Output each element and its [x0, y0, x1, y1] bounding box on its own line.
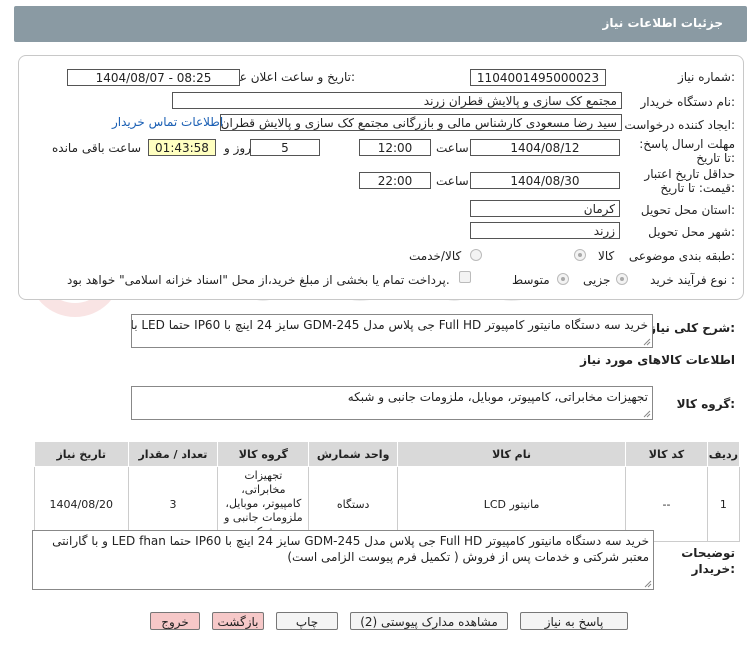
- buyer-notes-label: توضیحات خریدار:: [681, 546, 735, 576]
- deadline-time-label: ساعت: [436, 141, 469, 155]
- back-button[interactable]: بازگشت: [212, 612, 264, 630]
- summary-textarea[interactable]: خرید سه دستگاه مانیتور کامپیوتر Full HD …: [131, 314, 653, 348]
- goods-group-label: گروه کالا:: [676, 397, 735, 411]
- col-unit-header: واحد شمارش: [308, 441, 398, 467]
- resize-handle-icon[interactable]: [644, 580, 652, 588]
- validity-label: حداقل تاریخ اعتبار قیمت: تا تاریخ:: [644, 167, 735, 195]
- need-number-field: 1104001495000023: [470, 69, 606, 86]
- summary-label: شرح کلی نیاز:: [649, 321, 735, 335]
- treasury-payment-note: پرداخت تمام یا بخشی از مبلغ خرید،از محل …: [67, 273, 450, 287]
- col-date-header: تاریخ نیاز: [34, 441, 129, 467]
- process-medium-label: متوسط: [512, 273, 550, 287]
- validity-time-label: ساعت: [436, 174, 469, 188]
- process-minor-label: جزیی: [583, 273, 611, 287]
- remaining-label: ساعت باقی مانده: [52, 141, 142, 155]
- city-label: شهر محل تحویل:: [648, 225, 735, 239]
- treasury-payment-checkbox[interactable]: [459, 271, 471, 283]
- announce-datetime-field: 1404/08/07 - 08:25: [67, 69, 240, 86]
- days-field: 5: [250, 139, 320, 156]
- category-goods-service-radio[interactable]: [470, 249, 482, 261]
- goods-info-title: اطلاعات کالاهای مورد نیاز: [580, 353, 735, 367]
- validity-date-field: 1404/08/30: [470, 172, 620, 189]
- table-header-row: ردیف کد کالا نام کالا واحد شمارش گروه کا…: [34, 441, 741, 467]
- col-code-header: کد کالا: [625, 441, 708, 467]
- province-label: استان محل تحویل:: [640, 203, 735, 217]
- buyer-notes-textarea[interactable]: خرید سه دستگاه مانیتور کامپیوتر Full HD …: [32, 530, 654, 590]
- col-group-header: گروه کالا: [217, 441, 310, 467]
- reply-button[interactable]: پاسخ به نیاز: [520, 612, 628, 630]
- resize-handle-icon[interactable]: [643, 338, 651, 346]
- col-qty-header: تعداد / مقدار: [127, 441, 219, 467]
- deadline-date-field: 1404/08/12: [470, 139, 620, 156]
- resize-handle-icon[interactable]: [643, 410, 651, 418]
- print-button[interactable]: چاپ: [276, 612, 338, 630]
- view-attachments-button[interactable]: مشاهده مدارک پیوستی (2): [350, 612, 508, 630]
- process-minor-radio[interactable]: [616, 273, 628, 285]
- city-field: زرند: [470, 222, 620, 239]
- contact-buyer-link[interactable]: اطلاعات تماس خریدار: [112, 115, 223, 129]
- remaining-time-field: 01:43:58: [148, 139, 216, 156]
- days-label: روز و: [224, 141, 251, 155]
- goods-group-textarea[interactable]: تجهیزات مخابراتی، کامپیوتر، موبایل، ملزو…: [131, 386, 653, 420]
- requester-label: ایجاد کننده درخواست:: [624, 118, 735, 132]
- validity-time-field: 22:00: [359, 172, 431, 189]
- col-row-header: ردیف: [706, 441, 741, 467]
- category-goods-radio[interactable]: [574, 249, 586, 261]
- deadline-time-field: 12:00: [359, 139, 431, 156]
- col-name-header: نام کالا: [396, 441, 627, 467]
- category-label: طبقه بندی موضوعی:: [628, 249, 735, 263]
- page-title: جزئیات اطلاعات نیاز: [602, 16, 723, 30]
- buyer-field: مجتمع کک سازی و پالایش قطران زرند: [172, 92, 622, 109]
- page-header: جزئیات اطلاعات نیاز: [14, 6, 747, 42]
- category-goods-label: کالا: [598, 249, 615, 263]
- cell-row: 1: [706, 466, 741, 542]
- goods-group-text: تجهیزات مخابراتی، کامپیوتر، موبایل، ملزو…: [347, 390, 648, 404]
- items-table: ردیف کد کالا نام کالا واحد شمارش گروه کا…: [34, 441, 741, 542]
- exit-button[interactable]: خروج: [150, 612, 200, 630]
- summary-text: خرید سه دستگاه مانیتور کامپیوتر Full HD …: [131, 318, 648, 332]
- need-number-label: شماره نیاز:: [677, 70, 735, 84]
- deadline-label: مهلت ارسال پاسخ: تا تاریخ:: [639, 137, 735, 165]
- province-field: کرمان: [470, 200, 620, 217]
- requester-field: سید رضا مسعودی کارشناس مالی و بازرگانی م…: [220, 114, 622, 131]
- process-medium-radio[interactable]: [557, 273, 569, 285]
- buyer-label: نام دستگاه خریدار:: [640, 95, 736, 109]
- category-goods-service-label: کالا/خدمت: [409, 249, 462, 263]
- buyer-notes-text: خرید سه دستگاه مانیتور کامپیوتر Full HD …: [52, 534, 649, 564]
- process-label: نوع فرآیند خرید :: [650, 273, 735, 287]
